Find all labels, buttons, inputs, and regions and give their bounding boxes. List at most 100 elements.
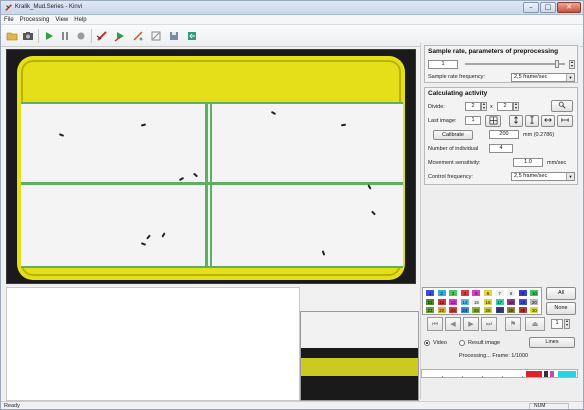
palette-cell[interactable]: 28 (506, 306, 517, 315)
menu-bar: File Processing View Help (1, 15, 583, 25)
palette-cell[interactable]: 9 (517, 289, 528, 297)
next-frame-button[interactable]: ▶ (463, 317, 479, 331)
palette-cell[interactable]: 30 (529, 306, 540, 315)
palette-cell[interactable]: 14 (459, 297, 470, 306)
align-horizontal-button[interactable] (541, 115, 555, 127)
video-radio[interactable] (424, 340, 430, 346)
flag-button[interactable]: ⚑ (505, 317, 521, 331)
sample-rate-select[interactable]: 2,5 frame/sec ▼ (511, 73, 575, 82)
palette-cell[interactable]: 8 (506, 289, 517, 297)
palette-cell[interactable]: 19 (517, 297, 528, 306)
track-icon[interactable] (131, 29, 145, 43)
divide-y-field[interactable]: 2 (497, 102, 513, 111)
result-image-radio[interactable] (459, 340, 465, 346)
export-icon[interactable] (185, 29, 199, 43)
eject-button[interactable]: ⏏ (525, 317, 545, 331)
palette-cell[interactable]: 3 (448, 289, 459, 297)
palette-cell[interactable]: 12 (436, 297, 447, 306)
fish-marker (178, 176, 185, 182)
palette-cell[interactable]: 5 (471, 289, 482, 297)
status-bar: Ready NUM (1, 401, 583, 409)
close-button[interactable]: ✕ (557, 2, 581, 13)
palette-cell[interactable]: 2 (436, 289, 447, 297)
sensitivity-field[interactable]: 1.0 (513, 158, 543, 167)
palette-cell[interactable]: 4 (459, 289, 470, 297)
timeline-tick (522, 376, 523, 378)
lines-button[interactable]: Lines (529, 337, 575, 348)
palette-cell[interactable]: 29 (517, 306, 528, 315)
zoom-button[interactable] (551, 100, 573, 112)
open-folder-icon[interactable] (5, 29, 19, 43)
frame-timeline[interactable] (421, 369, 578, 378)
select-all-button[interactable]: All (546, 287, 576, 300)
palette-cell[interactable]: 22 (436, 306, 447, 315)
menu-view[interactable]: View (55, 15, 68, 24)
palette-cell[interactable]: 17 (494, 297, 505, 306)
fish-marker (140, 242, 147, 246)
individuals-label: Number of individual (428, 146, 479, 152)
crop-icon[interactable] (149, 29, 163, 43)
arena-grid-line (205, 102, 208, 268)
palette-cell[interactable]: 25 (471, 306, 482, 315)
palette-cell[interactable]: 11 (425, 297, 435, 306)
chevron-down-icon: ▼ (566, 173, 574, 180)
last-image-field[interactable]: 1 (465, 116, 481, 125)
chevron-down-icon: ▼ (566, 74, 574, 81)
palette-cell[interactable]: 13 (448, 297, 459, 306)
grid-button[interactable] (485, 115, 501, 127)
height-button[interactable] (525, 115, 539, 127)
divide-x-field[interactable]: 2 (465, 102, 481, 111)
palette-cell[interactable]: 20 (529, 297, 540, 306)
frame-step-field[interactable]: 1 (551, 319, 563, 329)
minimize-button[interactable]: – (523, 2, 539, 13)
palette-cell[interactable]: 21 (425, 306, 435, 315)
width-button[interactable] (557, 115, 573, 127)
palette-cell[interactable]: 23 (448, 306, 459, 315)
window-controls: – □ ✕ (523, 2, 581, 13)
record-icon[interactable] (74, 29, 88, 43)
palette-cell[interactable]: 27 (494, 306, 505, 315)
spin-button[interactable]: ▲ ▼ (569, 60, 575, 69)
individuals-field[interactable]: 4 (489, 144, 513, 153)
calculating-section: Calculating activity Divide: 2 ▲ ▼ x 2 ▲ ▼… (424, 87, 578, 185)
last-frame-button[interactable]: ⏭ (481, 317, 497, 331)
timeline-marker-red (526, 371, 542, 377)
title-bar: Kralik_Mud.Series - Kinvi – □ ✕ (1, 1, 583, 15)
spin-button[interactable]: ▲ ▼ (564, 319, 570, 329)
sample-value-field[interactable]: 1 (428, 60, 458, 69)
menu-file[interactable]: File (4, 15, 14, 24)
maximize-button[interactable]: □ (540, 2, 556, 13)
calibrate-button[interactable]: Calibrate (433, 130, 473, 140)
pen-icon[interactable] (95, 29, 109, 43)
align-vertical-button[interactable] (509, 115, 523, 127)
play-track-icon[interactable] (113, 29, 127, 43)
palette-cell[interactable]: 24 (459, 306, 470, 315)
calibrate-field[interactable]: 200 (489, 130, 519, 139)
palette-cell[interactable]: 7 (494, 289, 505, 297)
pause-icon[interactable] (58, 29, 72, 43)
menu-processing[interactable]: Processing (20, 15, 50, 24)
spin-button[interactable]: ▲ ▼ (513, 102, 519, 111)
slider-thumb[interactable] (555, 60, 559, 68)
first-frame-button[interactable]: ⏮ (427, 317, 443, 331)
save-icon[interactable] (167, 29, 181, 43)
palette-cell[interactable]: 1 (425, 289, 435, 297)
play-icon[interactable] (42, 29, 56, 43)
preview-thumbnail[interactable] (300, 311, 419, 401)
menu-help[interactable]: Help (74, 15, 86, 24)
toolbar-separator (38, 29, 39, 43)
camera-icon[interactable] (21, 29, 35, 43)
palette-cell[interactable]: 10 (529, 289, 540, 297)
palette-cell[interactable]: 16 (483, 297, 493, 306)
palette-cell[interactable]: 18 (506, 297, 517, 306)
video-view[interactable] (6, 49, 416, 284)
palette-cell[interactable]: 26 (483, 306, 493, 315)
select-none-button[interactable]: None (546, 302, 576, 315)
palette-cell[interactable]: 15 (471, 297, 482, 306)
timeline-marker-magenta (550, 371, 554, 377)
palette-cell[interactable]: 6 (483, 289, 493, 297)
spin-button[interactable]: ▲ ▼ (481, 102, 487, 111)
sample-rate-slider[interactable] (465, 63, 565, 65)
control-frequency-select[interactable]: 2,5 frame/sec ▼ (511, 172, 575, 181)
previous-frame-button[interactable]: ◀ (445, 317, 461, 331)
